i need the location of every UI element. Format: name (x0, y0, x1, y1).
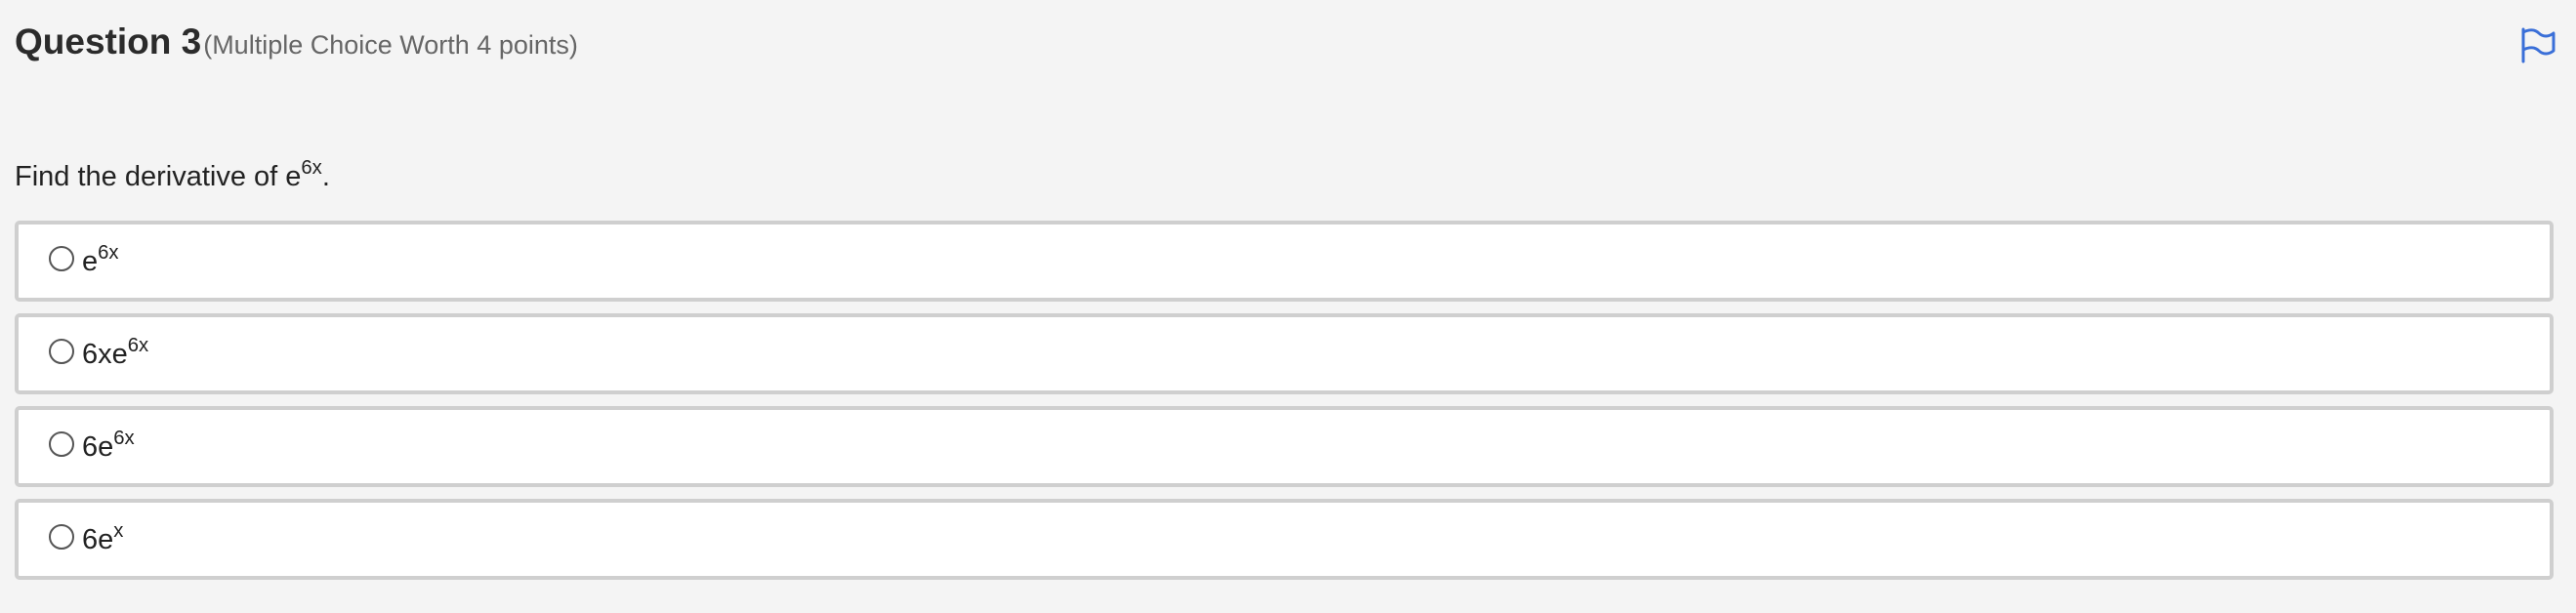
flag-icon[interactable] (2517, 25, 2556, 64)
answer-option-2[interactable]: 6xe6x (15, 313, 2554, 394)
question-title: Question 3 (15, 21, 202, 61)
prompt-text: Find the derivative of e (15, 161, 302, 192)
option-label: e6x (82, 241, 119, 277)
answer-options: e6x 6xe6x 6e6x 6ex (15, 221, 2554, 592)
answer-option-1[interactable]: e6x (15, 221, 2554, 302)
question-page: Question 3 (Multiple Choice Worth 4 poin… (0, 0, 2576, 613)
radio-button[interactable] (49, 245, 74, 271)
option-label: 6ex (82, 519, 124, 555)
question-prompt: Find the derivative of e6x. (15, 158, 330, 193)
question-meta: (Multiple Choice Worth 4 points) (203, 30, 578, 60)
answer-option-4[interactable]: 6ex (15, 499, 2554, 580)
answer-option-3[interactable]: 6e6x (15, 406, 2554, 487)
radio-button[interactable] (49, 523, 74, 550)
prompt-exponent: 6x (301, 156, 322, 179)
radio-button[interactable] (49, 430, 74, 457)
prompt-end: . (321, 161, 330, 192)
option-label: 6e6x (82, 427, 135, 463)
radio-button[interactable] (49, 338, 74, 364)
option-label: 6xe6x (82, 334, 149, 370)
question-header: Question 3 (Multiple Choice Worth 4 poin… (15, 21, 578, 62)
